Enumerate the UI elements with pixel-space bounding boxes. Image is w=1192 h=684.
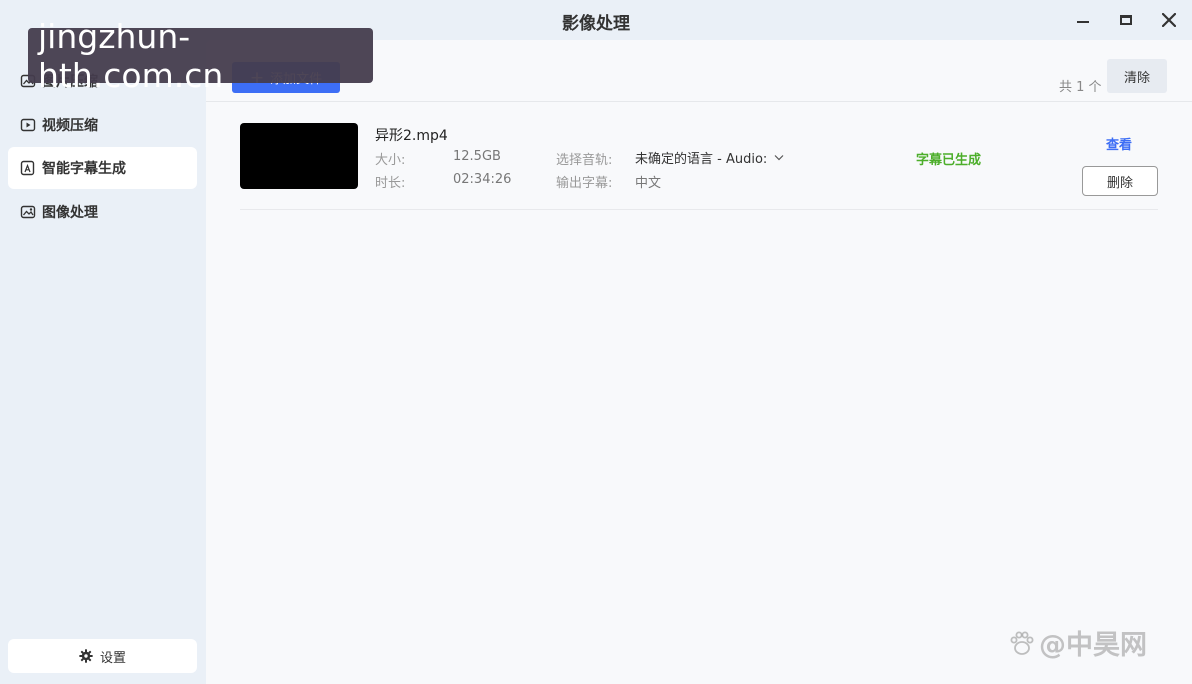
settings-button[interactable]: 设置 bbox=[8, 639, 197, 673]
sidebar-item-subtitle[interactable]: 智能字幕生成 bbox=[8, 147, 197, 189]
sidebar-item-label: 图像处理 bbox=[42, 205, 98, 221]
sidebar-item-label: 智能字幕生成 bbox=[42, 161, 126, 177]
settings-label: 设置 bbox=[99, 650, 126, 666]
chevron-down-icon bbox=[774, 154, 784, 161]
image-process-icon bbox=[20, 204, 36, 220]
gear-icon bbox=[79, 649, 93, 663]
duration-value: 02:34:26 bbox=[453, 172, 512, 187]
output-label: 输出字幕: bbox=[556, 176, 613, 191]
minimize-button[interactable] bbox=[1071, 8, 1095, 32]
sidebar: 图片压缩 视频压缩 智能字幕生成 图像处理 bbox=[0, 40, 206, 684]
maximize-icon bbox=[1120, 15, 1132, 25]
audio-track-select[interactable]: 未确定的语言 - Audio: bbox=[635, 148, 784, 167]
view-link[interactable]: 查看 bbox=[1106, 134, 1132, 153]
file-row: 异形2.mp4 大小: 12.5GB 时长: 02:34:26 选择音轨: 未确… bbox=[240, 120, 1158, 210]
sidebar-item-video-compress[interactable]: 视频压缩 bbox=[8, 104, 197, 146]
video-thumbnail bbox=[240, 123, 358, 189]
sidebar-item-image-process[interactable]: 图像处理 bbox=[8, 191, 197, 233]
duration-label: 时长: bbox=[375, 176, 406, 191]
minimize-icon bbox=[1077, 20, 1089, 24]
main-panel: + 添加文件 共 1 个 清除 异形2.mp4 大小: 12.5GB 时长: 0… bbox=[206, 40, 1192, 684]
track-label: 选择音轨: bbox=[556, 153, 613, 168]
clear-button[interactable]: 清除 bbox=[1107, 59, 1167, 93]
status-badge: 字幕已生成 bbox=[916, 153, 982, 168]
size-value: 12.5GB bbox=[453, 149, 501, 164]
maximize-button[interactable] bbox=[1114, 8, 1138, 32]
file-name: 异形2.mp4 bbox=[375, 128, 448, 144]
output-value: 中文 bbox=[635, 176, 662, 191]
audio-track-value: 未确定的语言 - Audio: bbox=[635, 152, 768, 167]
watermark-logo-text: @中昊网 bbox=[1039, 630, 1147, 661]
subtitle-icon bbox=[20, 160, 36, 176]
size-label: 大小: bbox=[375, 153, 406, 168]
watermark-url: jingzhun-hth.com.cn bbox=[28, 17, 373, 95]
paw-icon bbox=[1008, 629, 1036, 657]
video-compress-icon bbox=[20, 117, 36, 133]
file-count: 共 1 个 bbox=[1059, 80, 1102, 95]
delete-button[interactable]: 删除 bbox=[1082, 166, 1158, 196]
watermark-logo: @中昊网 bbox=[1008, 623, 1147, 662]
sidebar-item-label: 视频压缩 bbox=[42, 118, 98, 134]
close-icon bbox=[1162, 13, 1176, 27]
close-button[interactable] bbox=[1157, 8, 1181, 32]
